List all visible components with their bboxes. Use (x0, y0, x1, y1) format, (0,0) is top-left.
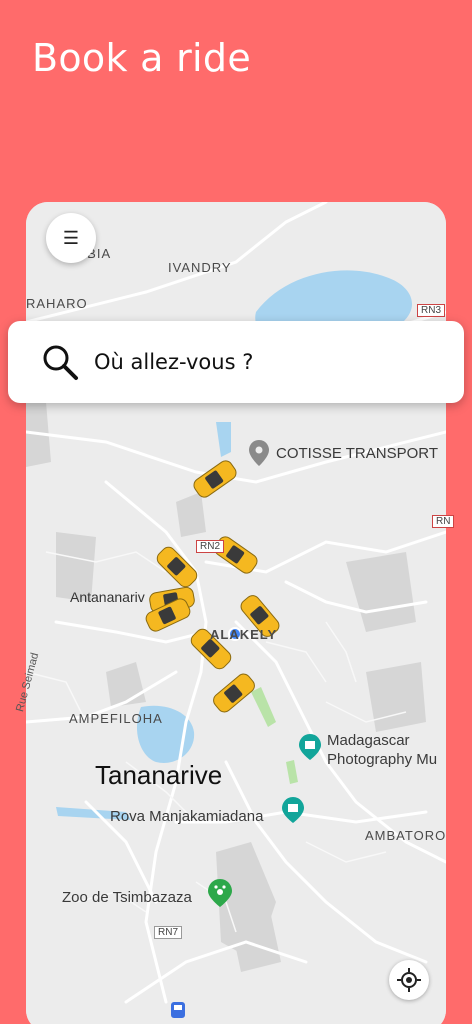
search-placeholder: Où allez-vous ? (94, 350, 254, 374)
road-shield: RN7 (154, 926, 183, 939)
page-title: Book a ride (32, 36, 251, 80)
map-label: Rova Manjakamiadana (110, 808, 264, 825)
map-label: Photography Mu (327, 751, 438, 768)
map-label: COTISSE TRANSPORT (276, 445, 438, 462)
search-icon (43, 345, 78, 380)
road-shield: RN (432, 515, 455, 528)
map-label: Zoo de Tsimbazaza (62, 889, 192, 906)
map-label: AMBATORO (365, 828, 447, 843)
map-label: IVANDRY (168, 260, 232, 275)
road-shield: RN3 (417, 304, 446, 317)
map-label: RAHARO (26, 296, 88, 311)
hamburger-menu-icon: ☰ (62, 227, 80, 248)
map-label: ALAKELY (210, 627, 278, 642)
destination-search-bar[interactable]: Où allez-vous ? (8, 321, 464, 403)
menu-button[interactable]: ☰ (46, 213, 96, 263)
map-label: Antananariv (70, 589, 145, 605)
bus-station-icon (171, 1002, 185, 1018)
map-label: Tananarive (95, 760, 223, 790)
road-shield: RN2 (196, 540, 225, 553)
my-location-button[interactable] (389, 960, 429, 1000)
map-label: Madagascar (327, 732, 410, 749)
map-label: AMPEFILOHA (69, 711, 163, 726)
crosshair-icon (397, 968, 421, 992)
